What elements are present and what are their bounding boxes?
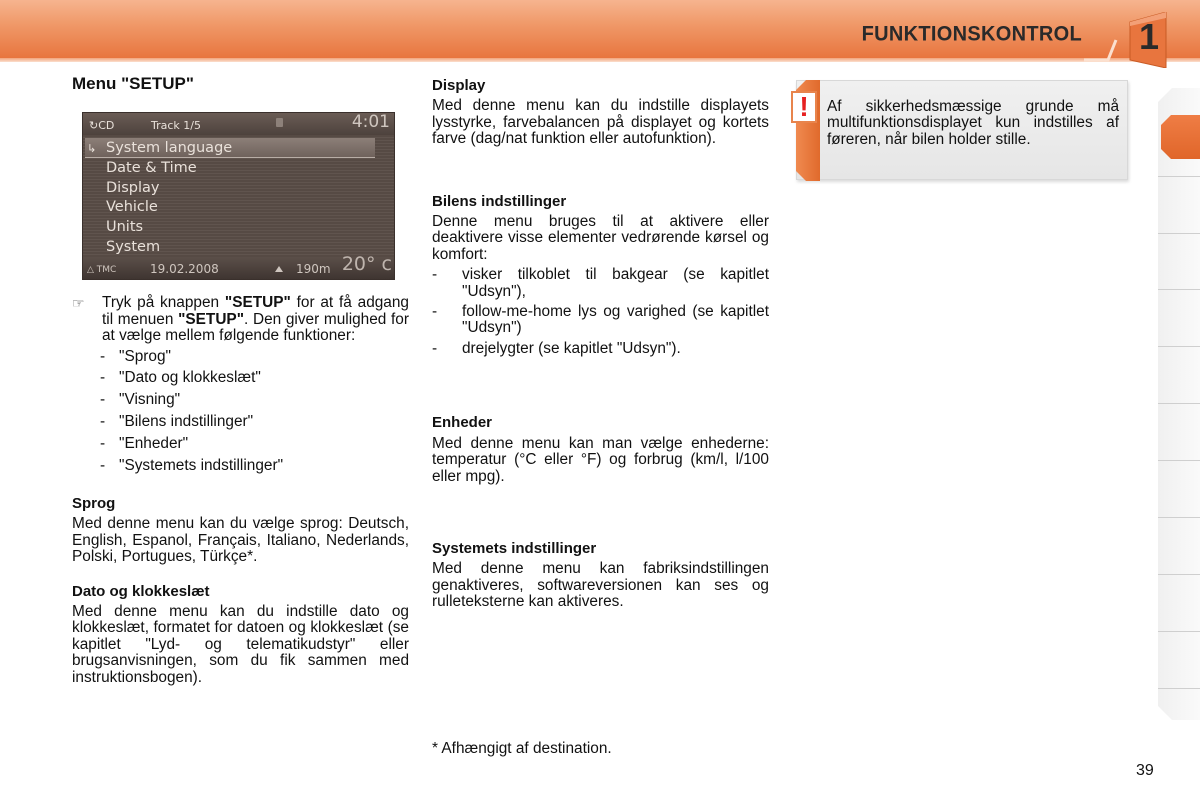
section-systemets: Systemets indstillinger Med denne menu k… <box>432 539 769 611</box>
section-heading: Enheder <box>432 414 493 432</box>
warning-text: Af sikkerhedsmæssige grunde må multifunk… <box>827 98 1119 148</box>
list-item: - "Dato og klokkeslæt" <box>100 369 261 387</box>
screen-menu-item: Display <box>106 180 160 197</box>
cd-source: ↻CD <box>89 119 115 133</box>
page-heading: Menu "SETUP" <box>72 74 194 93</box>
chapter-tab-track <box>1158 88 1200 720</box>
section-text: Med denne menu kan du vælge sprog: Deuts… <box>72 515 409 566</box>
screen-menu-item: Vehicle <box>106 199 158 216</box>
screen-menu-item: Units <box>106 219 144 236</box>
screen-temperature: 20° c <box>341 253 392 276</box>
chapter-title: FUNKTIONSKONTROL <box>861 22 1082 46</box>
footnote: * Afhængigt af destination. <box>432 740 612 757</box>
section-enheder: Enheder Med denne menu kan man vælge enh… <box>432 414 769 485</box>
middle-column: Display Med denne menu kan du indstille … <box>432 77 769 611</box>
pointing-hand-icon: ☞ <box>72 295 85 312</box>
section-sprog: Sprog Med denne menu kan du vælge sprog:… <box>72 495 409 566</box>
screen-clock: 4:01 <box>351 112 390 133</box>
list-item: - follow-me-home lys og varighed (se kapi… <box>432 303 769 337</box>
screen-menu-item: System <box>106 239 161 256</box>
tmc-icon: △ <box>87 265 94 276</box>
section-text: Med denne menu kan fabriksindstillingen … <box>432 560 769 611</box>
chapter-tab-active[interactable] <box>1161 115 1200 159</box>
disk-icon <box>276 118 283 128</box>
list-item: - drejelygter (se kapitlet "Udsyn"). <box>432 339 681 357</box>
chapter-tab-divider <box>1158 517 1200 518</box>
chapter-tab-divider <box>1158 289 1200 290</box>
list-item: - "Sprog" <box>100 347 171 365</box>
chapter-tab-divider <box>1158 574 1200 575</box>
tmc-indicator: △ TMC <box>87 265 117 276</box>
chapter-tabs <box>1158 88 1200 720</box>
section-text: Denne menu bruges til at aktivere eller … <box>432 213 769 263</box>
section-heading: Dato og klokkeslæt <box>72 582 210 600</box>
list-item: - "Enheder" <box>100 434 189 452</box>
screen-altitude: 190m <box>296 262 331 277</box>
section-heading: Display <box>432 77 486 94</box>
chapter-number: 1 <box>1138 16 1160 57</box>
section-display: Display Med denne menu kan du indstille … <box>432 77 769 148</box>
screen-status-bar: ↻CD Track 1/5 4:01 <box>83 112 394 136</box>
section-text: Med denne menu kan man vælge enhederne: … <box>432 434 769 485</box>
left-column: Menu "SETUP" ↻CD Track 1/5 4:01 ↳ System… <box>72 74 409 686</box>
chapter-tab-divider <box>1158 460 1200 461</box>
exclamation-icon: ! <box>791 91 817 123</box>
chapter-tab-divider <box>1158 403 1200 404</box>
safety-warning-box: ! Af sikkerhedsmæssige grunde må multifu… <box>791 80 1128 180</box>
setup-options-list: - "Sprog" - "Dato og klokkeslæt" - "Visning… <box>72 347 409 474</box>
cd-icon: ↻ <box>89 119 99 133</box>
section-dato: Dato og klokkeslæt Med denne menu kan du… <box>72 582 409 686</box>
list-item: - visker tilkoblet til bakgear (se kapitl… <box>432 266 769 300</box>
chapter-tab-divider <box>1158 176 1200 177</box>
section-heading: Sprog <box>72 495 116 513</box>
section-heading: Systemets indstillinger <box>432 539 597 557</box>
section-heading: Bilens indstillinger <box>432 192 567 210</box>
section-text: Med denne menu kan du indstille dato og … <box>72 603 409 686</box>
selection-arrow-icon: ↳ <box>87 142 97 156</box>
screen-date: 19.02.2008 <box>150 262 219 277</box>
page-number: 39 <box>1136 762 1154 779</box>
setup-intro: ☞ Tryk på knappen "SETUP" for at få adga… <box>72 294 409 345</box>
chapter-tab-divider <box>1158 346 1200 347</box>
section-text: Med denne menu kan du indstille displaye… <box>432 97 769 148</box>
list-item: - "Bilens indstillinger" <box>100 413 254 431</box>
chapter-tab-divider <box>1158 631 1200 632</box>
list-item: - "Visning" <box>100 391 181 409</box>
list-item: - "Systemets indstillinger" <box>100 456 284 474</box>
screen-info-bar: △ TMC 19.02.2008 190m 20° c <box>83 253 394 280</box>
altitude-icon <box>275 266 283 273</box>
screen-menu-item: System language <box>106 140 233 157</box>
chapter-tab-divider <box>1158 688 1200 689</box>
chapter-tab-divider <box>1158 233 1200 234</box>
header-divider <box>0 58 1200 62</box>
vehicle-settings-list: - visker tilkoblet til bakgear (se kapitl… <box>432 266 769 357</box>
chapter-slash-decoration <box>1084 39 1118 62</box>
setup-screen-image: ↻CD Track 1/5 4:01 ↳ System language Dat… <box>82 112 395 281</box>
screen-menu-item: Date & Time <box>106 160 197 177</box>
section-bilens: Bilens indstillinger Denne menu bruges t… <box>432 192 769 358</box>
track-label: Track 1/5 <box>151 119 201 133</box>
